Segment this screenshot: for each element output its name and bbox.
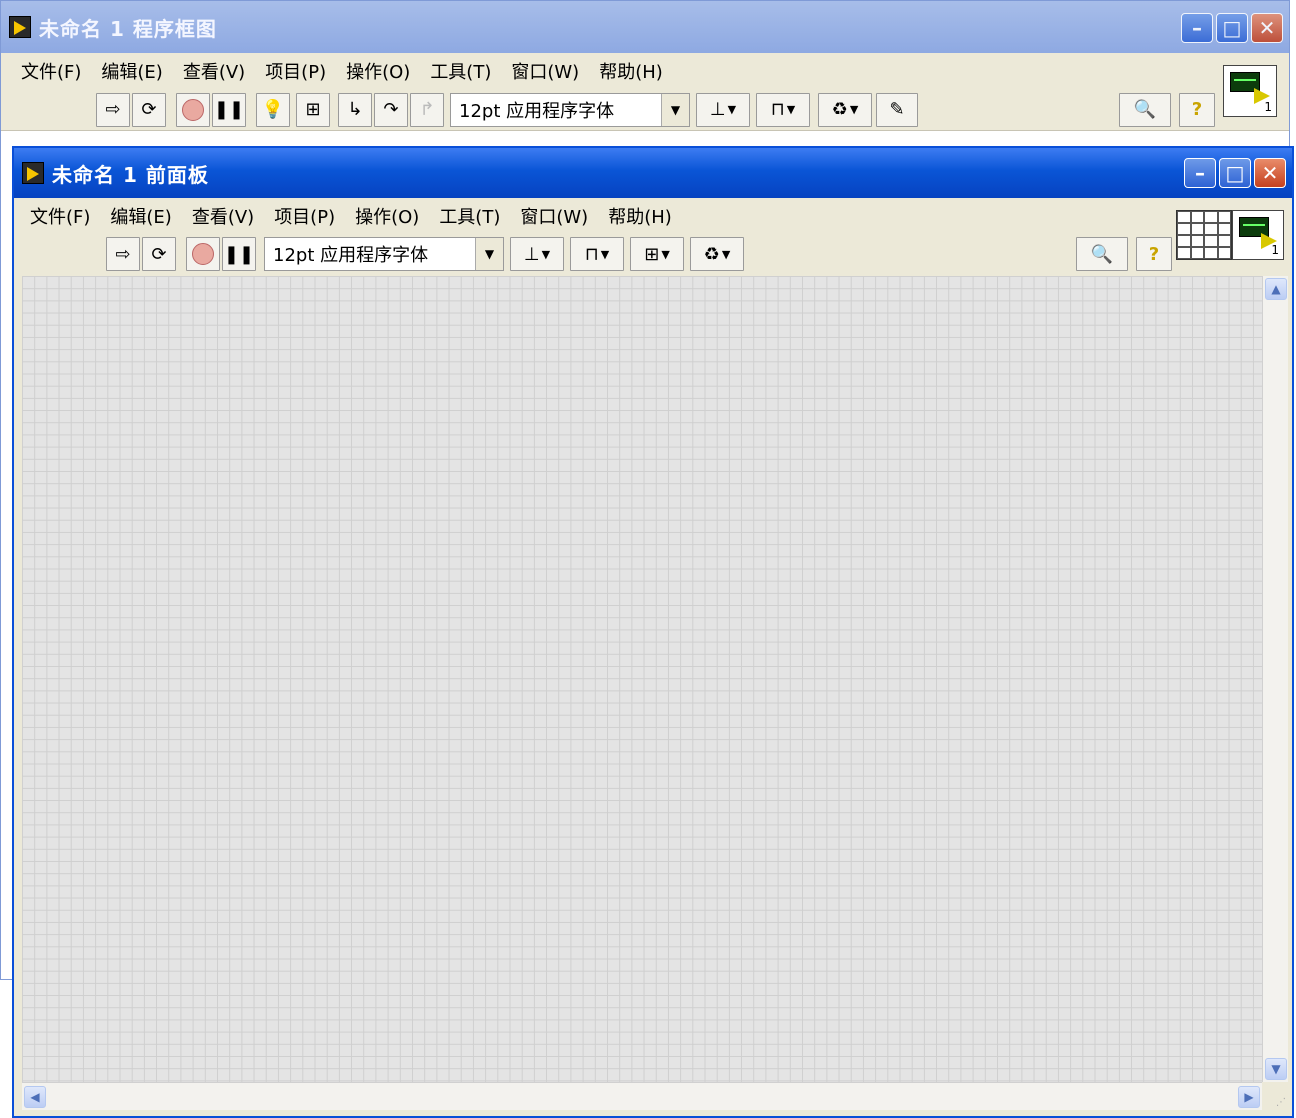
menu-window[interactable]: 窗口(W) [511,58,579,84]
menu-edit[interactable]: 编辑(E) [110,203,171,229]
labview-app-icon [9,16,31,38]
context-help-icon[interactable]: ? [1136,237,1172,271]
labview-app-icon [22,162,44,184]
maximize-button[interactable]: □ [1219,158,1251,188]
block-diagram-titlebar[interactable]: 未命名 1 程序框图 – □ ✕ [1,1,1289,53]
run-continuously-icon[interactable]: ⟳ [142,237,176,271]
run-arrow-icon[interactable]: ⇨ [96,92,130,127]
highlight-execution-icon[interactable]: 💡 [256,92,290,127]
vertical-scrollbar[interactable]: ▲ ▼ [1262,276,1288,1082]
abort-icon[interactable] [176,92,210,127]
menu-file[interactable]: 文件(F) [30,203,90,229]
front-panel-vi-icon[interactable]: 1 [1232,210,1284,260]
front-panel-titlebar[interactable]: 未命名 1 前面板 – □ ✕ [14,148,1292,198]
connector-pane-icon[interactable] [1176,210,1232,260]
block-diagram-title: 未命名 1 程序框图 [39,16,217,41]
menu-operate[interactable]: 操作(O) [346,58,410,84]
front-panel-window: 未命名 1 前面板 – □ ✕ 文件(F) 编辑(E) 查看(V) 项目(P) … [12,146,1294,1118]
abort-icon[interactable] [186,237,220,271]
clean-up-diagram-icon[interactable]: ✎ [876,92,918,127]
front-panel-menubar: 文件(F) 编辑(E) 查看(V) 项目(P) 操作(O) 工具(T) 窗口(W… [14,198,1292,234]
menu-project[interactable]: 项目(P) [274,203,335,229]
block-diagram-vi-icon[interactable]: 1 [1223,65,1277,117]
block-diagram-menubar: 文件(F) 编辑(E) 查看(V) 项目(P) 操作(O) 工具(T) 窗口(W… [1,53,1289,89]
retain-wire-values-icon[interactable]: ⊞ [296,92,330,127]
minimize-button[interactable]: – [1181,13,1213,43]
align-objects-icon[interactable]: ⊥ ▼ [696,92,750,127]
menu-view[interactable]: 查看(V) [183,58,245,84]
context-help-icon[interactable]: ? [1179,92,1215,127]
search-icon[interactable]: 🔍 [1119,92,1171,127]
scroll-right-icon[interactable]: ▶ [1238,1086,1260,1108]
menu-operate[interactable]: 操作(O) [355,203,419,229]
menu-file[interactable]: 文件(F) [21,58,81,84]
scroll-up-icon[interactable]: ▲ [1265,278,1287,300]
run-arrow-icon[interactable]: ⇨ [106,237,140,271]
maximize-button[interactable]: □ [1216,13,1248,43]
align-objects-icon[interactable]: ⊥ ▼ [510,237,564,271]
font-select[interactable]: 12pt 应用程序字体 ▼ [450,92,690,127]
minimize-button[interactable]: – [1184,158,1216,188]
reorder-icon[interactable]: ♻ ▼ [818,92,872,127]
run-continuously-icon[interactable]: ⟳ [132,92,166,127]
horizontal-scrollbar[interactable]: ◀ ▶ [22,1082,1262,1110]
step-into-icon[interactable]: ↳ [338,92,372,127]
menu-tools[interactable]: 工具(T) [430,58,491,84]
menu-window[interactable]: 窗口(W) [520,203,588,229]
reorder-icon[interactable]: ♻ ▼ [690,237,744,271]
menu-view[interactable]: 查看(V) [192,203,254,229]
menu-help[interactable]: 帮助(H) [608,203,672,229]
search-icon[interactable]: 🔍 [1076,237,1128,271]
font-select-value: 12pt 应用程序字体 [273,245,429,266]
font-select[interactable]: 12pt 应用程序字体 ▼ [264,237,504,271]
menu-tools[interactable]: 工具(T) [439,203,500,229]
step-out-icon[interactable]: ↱ [410,92,444,127]
font-select-value: 12pt 应用程序字体 [459,100,615,122]
pause-icon[interactable]: ❚❚ [212,92,246,127]
pause-icon[interactable]: ❚❚ [222,237,256,271]
font-dropdown-arrow-icon[interactable]: ▼ [661,93,689,126]
resize-objects-icon[interactable]: ⊞ ▼ [630,237,684,271]
scroll-down-icon[interactable]: ▼ [1265,1058,1287,1080]
vi-icon-number: 1 [1264,100,1272,114]
menu-edit[interactable]: 编辑(E) [101,58,162,84]
block-diagram-toolbar: ⇨ ⟳ ❚❚ 💡 ⊞ ↳ ↷ ↱ 12pt 应用程序字体 ▼ ⊥ ▼ ⊓ ▼ ♻ ▼ … [1,89,1289,131]
vi-icon-number: 1 [1271,243,1279,257]
close-button[interactable]: ✕ [1251,13,1283,43]
distribute-objects-icon[interactable]: ⊓ ▼ [570,237,624,271]
menu-project[interactable]: 项目(P) [265,58,326,84]
step-over-icon[interactable]: ↷ [374,92,408,127]
font-dropdown-arrow-icon[interactable]: ▼ [475,238,503,270]
close-button[interactable]: ✕ [1254,158,1286,188]
menu-help[interactable]: 帮助(H) [599,58,663,84]
front-panel-toolbar: ⇨ ⟳ ❚❚ 12pt 应用程序字体 ▼ ⊥ ▼ ⊓ ▼ ⊞ ▼ ♻ ▼ 🔍 ? [14,234,1292,274]
distribute-objects-icon[interactable]: ⊓ ▼ [756,92,810,127]
scroll-left-icon[interactable]: ◀ [24,1086,46,1108]
front-panel-title: 未命名 1 前面板 [52,162,209,187]
front-panel-canvas[interactable] [22,276,1262,1082]
resize-grip-icon[interactable]: ⋰ [1262,1082,1288,1110]
